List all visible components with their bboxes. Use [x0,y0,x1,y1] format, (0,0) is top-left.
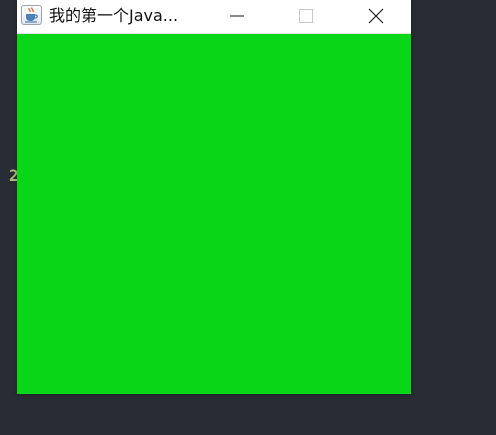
close-icon [368,8,384,24]
close-button[interactable] [353,0,399,33]
window-title: 我的第一个Java... [49,6,179,25]
maximize-icon [299,9,313,23]
java-frame-window[interactable]: 我的第一个Java... [17,0,411,394]
maximize-button[interactable] [283,0,329,33]
minimize-button[interactable] [214,0,260,33]
green-content-panel [17,34,411,394]
minimize-icon [230,15,244,17]
window-titlebar[interactable]: 我的第一个Java... [17,0,411,34]
java-cup-icon[interactable] [21,5,42,25]
